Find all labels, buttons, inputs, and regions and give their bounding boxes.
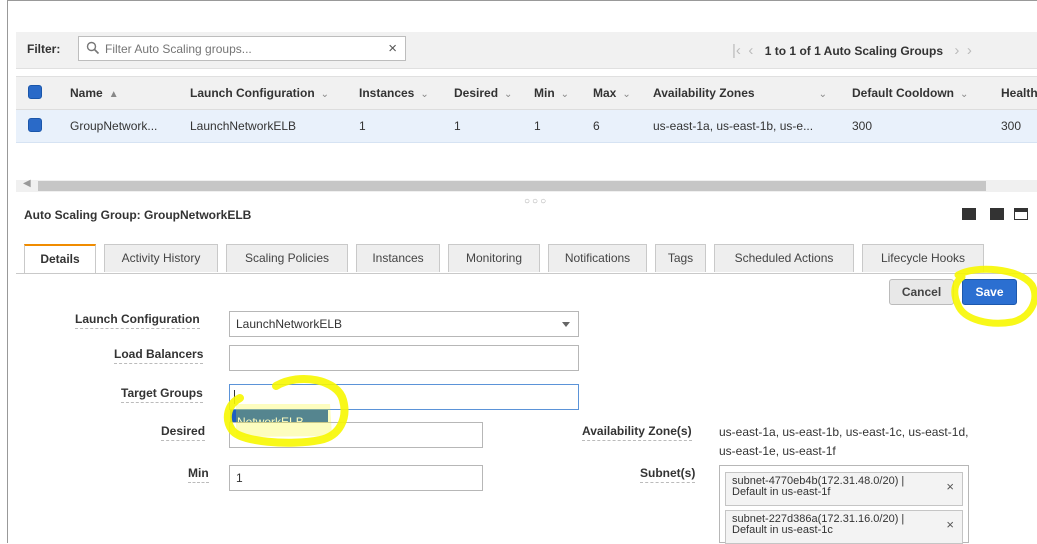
horizontal-scrollbar[interactable]: ◀ [16,178,1037,192]
detail-title: Auto Scaling Group: GroupNetworkELB [24,208,252,222]
row-checkbox[interactable] [28,118,42,132]
min-input[interactable]: 1 [229,465,483,491]
cell-name: GroupNetwork... [70,119,158,133]
table-row[interactable]: GroupNetwork... LaunchNetworkELB 1 1 1 6… [16,110,1037,143]
availability-zones-label: Availability Zone(s) [582,424,692,441]
column-header-launch-configuration[interactable]: Launch Configuration ⌄ [190,86,329,100]
dropdown-arrow-icon [562,322,570,327]
prev-page-icon[interactable]: ‹ [744,42,753,59]
launch-configuration-select[interactable]: LaunchNetworkELB [229,311,579,337]
column-header-instances[interactable]: Instances ⌄ [359,86,429,100]
sort-asc-icon: ▲ [108,89,119,100]
cancel-button[interactable]: Cancel [889,279,954,305]
layout-bottom-icon[interactable] [962,208,976,220]
tab-monitoring[interactable]: Monitoring [448,244,540,272]
filter-bar: Filter: × |‹ ‹ 1 to 1 of 1 Auto Scaling … [16,32,1037,69]
text-cursor [234,390,235,404]
column-header-availability-zones[interactable]: Availability Zones ⌄ [653,86,827,100]
last-page-icon[interactable]: › [963,42,972,59]
pager-text: 1 to 1 of 1 Auto Scaling Groups [764,44,944,58]
select-all-checkbox[interactable] [28,85,42,99]
save-button[interactable]: Save [962,279,1017,305]
subnets-multiselect[interactable]: subnet-4770eb4b(172.31.48.0/20) | Defaul… [719,465,969,544]
filter-input[interactable] [105,40,375,57]
cell-desired: 1 [454,119,461,133]
chevron-down-icon: ⌄ [504,89,513,100]
launch-configuration-label: Launch Configuration [75,312,200,329]
chevron-down-icon: ⌄ [560,89,570,100]
cell-min: 1 [534,119,541,133]
filter-label: Filter: [27,42,61,56]
cell-launch-configuration: LaunchNetworkELB [190,119,297,133]
pane-splitter-handle[interactable]: ○○○ [524,196,548,207]
next-page-icon[interactable]: › [954,42,959,59]
desired-label: Desired [161,424,206,441]
layout-split-icon[interactable] [990,208,1004,220]
table-header: Name ▲ Launch Configuration ⌄ Instances ⌄ D… [16,76,1037,110]
tab-notifications[interactable]: Notifications [548,244,647,272]
tab-divider [16,273,1037,274]
cell-health: 300 [1001,119,1022,133]
subnet-chip-desc: Default in us-east-1f [732,486,831,498]
cell-instances: 1 [359,119,366,133]
scrollbar-thumb[interactable] [38,181,986,191]
availability-zones-value: us-east-1a, us-east-1b, us-east-1c, us-e… [719,425,969,458]
search-icon [86,41,100,55]
layout-toggle-group [962,208,1032,222]
target-groups-input[interactable] [229,384,579,410]
column-header-default-cooldown[interactable]: Default Cooldown ⌄ [852,86,968,100]
subnet-chip-desc: Default in us-east-1c [732,524,833,536]
tab-scheduled-actions[interactable]: Scheduled Actions [714,244,854,272]
launch-configuration-value: LaunchNetworkELB [236,317,343,331]
chevron-down-icon: ⌄ [622,89,631,100]
desired-input[interactable] [229,422,483,448]
tab-instances[interactable]: Instances [356,244,440,272]
tab-activity-history[interactable]: Activity History [104,244,218,272]
filter-box[interactable]: × [78,36,406,61]
subnet-chip: subnet-4770eb4b(172.31.48.0/20) | Defaul… [725,472,963,506]
chevron-down-icon: ⌄ [818,89,827,100]
column-header-health[interactable]: Health [1001,86,1037,100]
subnet-chip: subnet-227d386a(172.31.16.0/20) | Defaul… [725,510,963,544]
column-header-desired[interactable]: Desired ⌄ [454,86,512,100]
column-header-max[interactable]: Max ⌄ [593,86,631,100]
cell-availability-zones: us-east-1a, us-east-1b, us-e... [653,119,814,133]
pagination: |‹ ‹ 1 to 1 of 1 Auto Scaling Groups › › [732,42,972,59]
column-header-min[interactable]: Min ⌄ [534,86,569,100]
detail-tabs: Details Activity History Scaling Policie… [24,244,1037,274]
cell-max: 6 [593,119,600,133]
load-balancers-label: Load Balancers [114,347,204,364]
scroll-left-icon[interactable]: ◀ [23,178,31,189]
cell-default-cooldown: 300 [852,119,873,133]
remove-chip-icon[interactable]: × [946,518,954,531]
layout-full-icon[interactable] [1014,208,1028,220]
remove-chip-icon[interactable]: × [946,480,954,493]
tab-details[interactable]: Details [24,244,96,274]
tab-lifecycle-hooks[interactable]: Lifecycle Hooks [862,244,984,272]
target-groups-label: Target Groups [121,386,203,403]
chevron-down-icon: ⌄ [320,89,330,100]
clear-filter-icon[interactable]: × [388,40,397,57]
first-page-icon[interactable]: |‹ [732,42,741,59]
min-label: Min [188,466,209,483]
chevron-down-icon: ⌄ [420,89,429,100]
load-balancers-input[interactable] [229,345,579,371]
subnets-label: Subnet(s) [640,466,696,483]
tab-tags[interactable]: Tags [655,244,706,272]
column-header-name[interactable]: Name ▲ [70,86,119,100]
tab-scaling-policies[interactable]: Scaling Policies [226,244,348,272]
chevron-down-icon: ⌄ [960,89,969,100]
